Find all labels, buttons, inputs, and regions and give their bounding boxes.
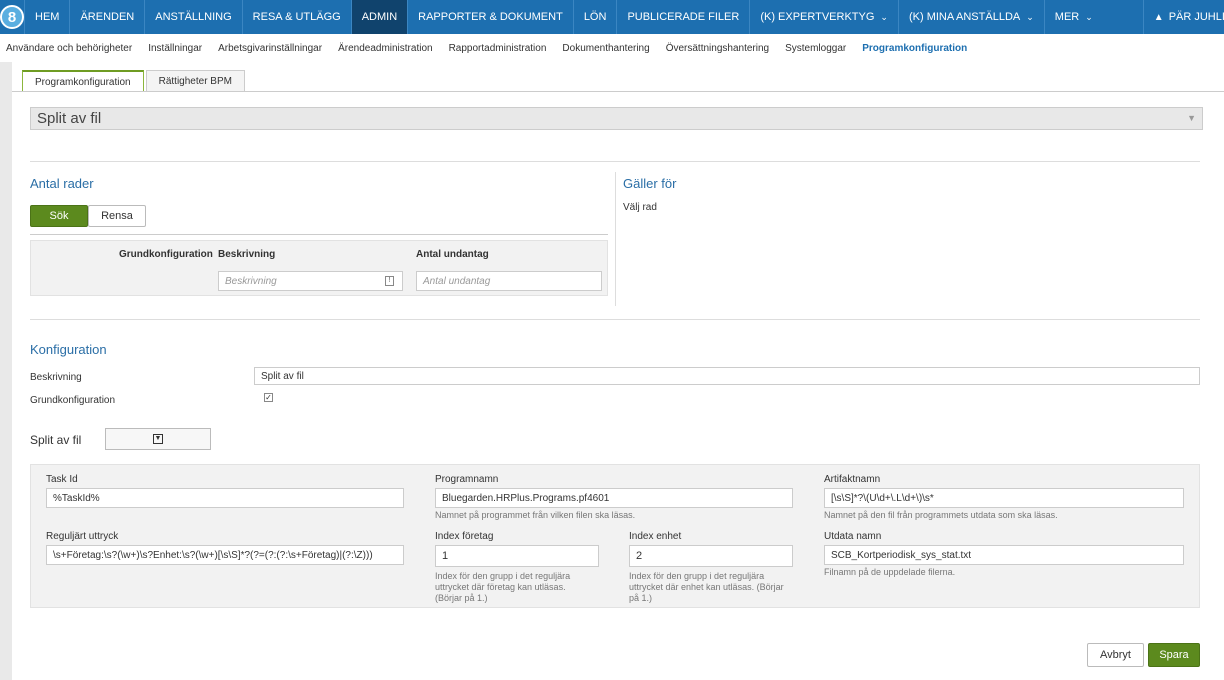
save-button[interactable]: Spara [1148, 643, 1200, 667]
nav-hem[interactable]: HEM [24, 0, 69, 34]
search-button[interactable]: Sök [30, 205, 88, 227]
index-foretag-input[interactable]: 1 [435, 545, 599, 567]
logo-icon: 8 [0, 5, 24, 29]
app-logo[interactable]: 8 [0, 0, 24, 34]
beskrivning-label: Beskrivning [30, 372, 82, 383]
column-header-grundkonfiguration: Grundkonfiguration [119, 249, 213, 260]
programnamn-help: Namnet på programmet från vilken filen s… [435, 510, 636, 520]
split-fields-panel [30, 464, 1200, 608]
task-id-input[interactable]: %TaskId% [46, 488, 404, 508]
nav-lon[interactable]: LÖN [572, 0, 617, 34]
subnav-oversattning[interactable]: Översättningshantering [658, 43, 777, 54]
subnav-arendeadmin[interactable]: Ärendeadministration [330, 43, 441, 54]
grundkonfiguration-checkbox[interactable]: ✓ [264, 393, 273, 402]
regex-label: Reguljärt uttryck [46, 531, 119, 542]
antal-undantag-filter-input[interactable]: Antal undantag [416, 271, 602, 291]
user-menu[interactable]: ▲PÄR JUHLIN⌄ [1142, 0, 1224, 34]
subnav-arbetsgivar[interactable]: Arbetsgivarinställningar [210, 43, 330, 54]
chevron-down-icon: ⌄ [1026, 11, 1034, 22]
left-rail [0, 62, 12, 680]
subnav-anvandare[interactable]: Användare och behörigheter [0, 43, 140, 54]
column-header-antal-undantag: Antal undantag [416, 249, 489, 260]
beskrivning-filter-input[interactable]: Beskrivning ! [218, 271, 403, 291]
artifaktnamn-help: Namnet på den fil från programmets utdat… [824, 510, 1058, 520]
galler-for-text: Välj rad [623, 202, 657, 213]
top-navigation: 8 HEM ÄRENDEN ANSTÄLLNING RESA & UTLÄGG … [0, 0, 1224, 34]
nav-mina-anstallda[interactable]: (K) MINA ANSTÄLLDA ⌄ [897, 0, 1044, 34]
split-av-fil-label: Split av fil [30, 433, 82, 447]
index-enhet-input[interactable]: 2 [629, 545, 793, 567]
sub-navigation: Användare och behörigheter Inställningar… [0, 34, 1224, 62]
cancel-button[interactable]: Avbryt [1087, 643, 1144, 667]
utdata-namn-help: Filnamn på de uppdelade filerna. [824, 567, 956, 577]
utdata-namn-input[interactable]: SCB_Kortperiodisk_sys_stat.txt [824, 545, 1184, 565]
chevron-down-icon: ▼ [1187, 113, 1196, 123]
galler-for-title: Gäller för [623, 176, 677, 191]
index-enhet-label: Index enhet [629, 531, 682, 542]
nav-resa-utlagg[interactable]: RESA & UTLÄGG [241, 0, 351, 34]
nav-anstallning[interactable]: ANSTÄLLNING [144, 0, 241, 34]
nav-admin[interactable]: ADMIN [350, 0, 408, 34]
chevron-down-icon: ⌄ [1085, 11, 1093, 22]
divider [30, 234, 608, 235]
programnamn-label: Programnamn [435, 474, 499, 485]
tab-bar: Programkonfiguration Rättigheter BPM [22, 70, 247, 92]
antal-rader-title: Antal rader [30, 176, 94, 191]
artifaktnamn-label: Artifaktnamn [824, 474, 881, 485]
nav-mer[interactable]: MER ⌄ [1043, 0, 1143, 34]
divider [30, 161, 1200, 162]
filter-icon[interactable]: ! [385, 276, 394, 286]
subnav-rapportadmin[interactable]: Rapportadministration [441, 43, 555, 54]
nav-publicerade-filer[interactable]: PUBLICERADE FILER [616, 0, 749, 34]
chevron-down-icon: ⌄ [880, 11, 888, 22]
column-divider [615, 172, 616, 306]
clear-button[interactable]: Rensa [88, 205, 146, 227]
nav-arenden[interactable]: ÄRENDEN [69, 0, 144, 34]
divider [30, 319, 1200, 320]
tab-rattigheter-bpm[interactable]: Rättigheter BPM [145, 70, 245, 92]
tab-programkonfiguration[interactable]: Programkonfiguration [22, 70, 144, 92]
nav-expertverktyg[interactable]: (K) EXPERTVERKTYG ⌄ [749, 0, 898, 34]
task-id-label: Task Id [46, 474, 78, 485]
subnav-installningar[interactable]: Inställningar [140, 43, 210, 54]
subnav-dokumenthantering[interactable]: Dokumenthantering [554, 43, 657, 54]
regex-input[interactable]: \s+Företag:\s?(\w+)\s?Enhet:\s?(\w+)[\s\… [46, 545, 404, 565]
tab-divider [12, 91, 1224, 92]
column-header-beskrivning: Beskrivning [218, 249, 276, 260]
config-select[interactable]: Split av fil ▼ [30, 107, 1203, 130]
subnav-programkonfiguration[interactable]: Programkonfiguration [854, 43, 975, 54]
subnav-systemloggar[interactable]: Systemloggar [777, 43, 854, 54]
split-toggle-button[interactable]: ▼ [105, 428, 211, 450]
konfiguration-title: Konfiguration [30, 342, 107, 357]
nav-rapporter-dokument[interactable]: RAPPORTER & DOKUMENT [407, 0, 573, 34]
beskrivning-input[interactable]: Split av fil [254, 367, 1200, 385]
utdata-namn-label: Utdata namn [824, 531, 882, 542]
artifaktnamn-input[interactable]: [\s\S]*?\(U\d+\.L\d+\)\s* [824, 488, 1184, 508]
index-enhet-help: Index för den grupp i det reguljära uttr… [629, 571, 784, 603]
index-foretag-help: Index för den grupp i det reguljära uttr… [435, 571, 571, 603]
grundkonfiguration-label: Grundkonfiguration [30, 395, 116, 406]
user-icon: ▲ [1153, 11, 1164, 23]
caret-down-icon: ▼ [153, 434, 163, 444]
programnamn-input[interactable]: Bluegarden.HRPlus.Programs.pf4601 [435, 488, 793, 508]
index-foretag-label: Index företag [435, 531, 494, 542]
